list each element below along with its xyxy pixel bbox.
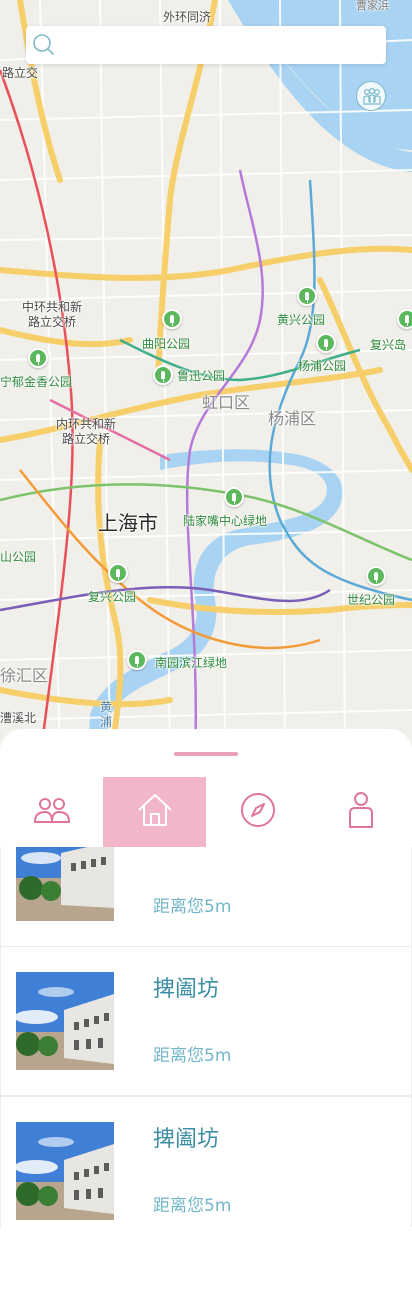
place-name: 捭阖坊 — [153, 1127, 220, 1152]
map-label-park: 宁郁金香公园 — [0, 375, 73, 389]
map-label-city: 上海市 — [98, 511, 158, 535]
map-label-park: 陆家嘴中心绿地 — [183, 514, 268, 528]
place-photo — [16, 1122, 114, 1220]
map-label-district: 杨浦区 — [268, 409, 317, 428]
park-pin-icon[interactable] — [366, 566, 386, 586]
map-label-district: 徐汇区 — [0, 666, 49, 685]
place-distance: 距离您5m — [153, 1196, 232, 1216]
park-pin-icon[interactable] — [397, 309, 412, 329]
map-label-park: 黄兴公园 — [277, 313, 326, 327]
map-label-park: 山公园 — [0, 550, 37, 564]
list-item[interactable]: 距离您5m — [0, 847, 412, 947]
map-label-area: 曹家浜 — [356, 0, 389, 12]
friends-icon — [33, 795, 71, 829]
map-label-park: 曲阳公园 — [142, 337, 191, 351]
map-label-interchange: 内环共和新 路立交桥 — [56, 417, 117, 446]
map-label-road: 漕溪北 — [0, 711, 37, 725]
park-pin-icon[interactable] — [162, 309, 182, 329]
park-pin-icon[interactable] — [127, 650, 147, 670]
map-label-park: 世纪公园 — [347, 593, 396, 607]
map-label-river: 黄 浦 — [100, 700, 113, 729]
list-item[interactable]: 捭阖坊 距离您5m — [0, 1096, 412, 1227]
place-photo — [16, 847, 114, 921]
map-label-interchange: 中环共和新 路立交桥 — [22, 300, 83, 329]
place-distance: 距离您5m — [153, 897, 232, 917]
list-item[interactable]: 捭阖坊 距离您5m — [0, 946, 412, 1096]
search-icon[interactable] — [32, 33, 56, 57]
park-pin-icon[interactable] — [224, 487, 244, 507]
park-pin-icon[interactable] — [108, 563, 128, 583]
tab-bar — [0, 777, 412, 847]
nearby-people-button[interactable] — [356, 81, 386, 111]
map-label-park: 复兴岛 — [370, 338, 407, 352]
place-distance: 距离您5m — [153, 1046, 232, 1066]
search-bar[interactable] — [26, 26, 386, 64]
map-label-park: 复兴公园 — [88, 590, 137, 604]
compass-icon — [240, 792, 276, 832]
map-label-park: 鲁迅公园 — [177, 369, 226, 383]
tab-friends[interactable] — [0, 777, 103, 847]
map-label-road: 外环同济 — [163, 10, 212, 24]
drag-handle[interactable] — [174, 752, 238, 756]
park-pin-icon[interactable] — [153, 365, 173, 385]
bottom-sheet: 距离您5m 捭阖坊 距离您5m 捭阖坊 距离您5m — [0, 729, 412, 1293]
search-input[interactable] — [62, 30, 378, 60]
place-name: 捭阖坊 — [153, 977, 220, 1002]
map-label-district: 虹口区 — [202, 393, 251, 412]
park-pin-icon[interactable] — [297, 286, 317, 306]
park-pin-icon[interactable] — [316, 333, 336, 353]
map-label-park: 南园滨江绿地 — [155, 656, 228, 670]
tab-home[interactable] — [103, 777, 206, 847]
home-icon — [135, 790, 175, 834]
place-list: 距离您5m 捭阖坊 距离您5m 捭阖坊 距离您5m — [0, 847, 412, 1227]
place-photo — [16, 972, 114, 1070]
map-view[interactable]: 外环同济 曹家浜 路立交 中环共和新 路立交桥 内环共和新 路立交桥 曲阳公园 … — [0, 0, 412, 760]
map-label-road: 路立交 — [2, 66, 39, 80]
park-pin-icon[interactable] — [28, 348, 48, 368]
map-label-park: 杨浦公园 — [298, 359, 347, 373]
person-icon — [346, 791, 376, 833]
tab-discover[interactable] — [206, 777, 309, 847]
tab-profile[interactable] — [309, 777, 412, 847]
